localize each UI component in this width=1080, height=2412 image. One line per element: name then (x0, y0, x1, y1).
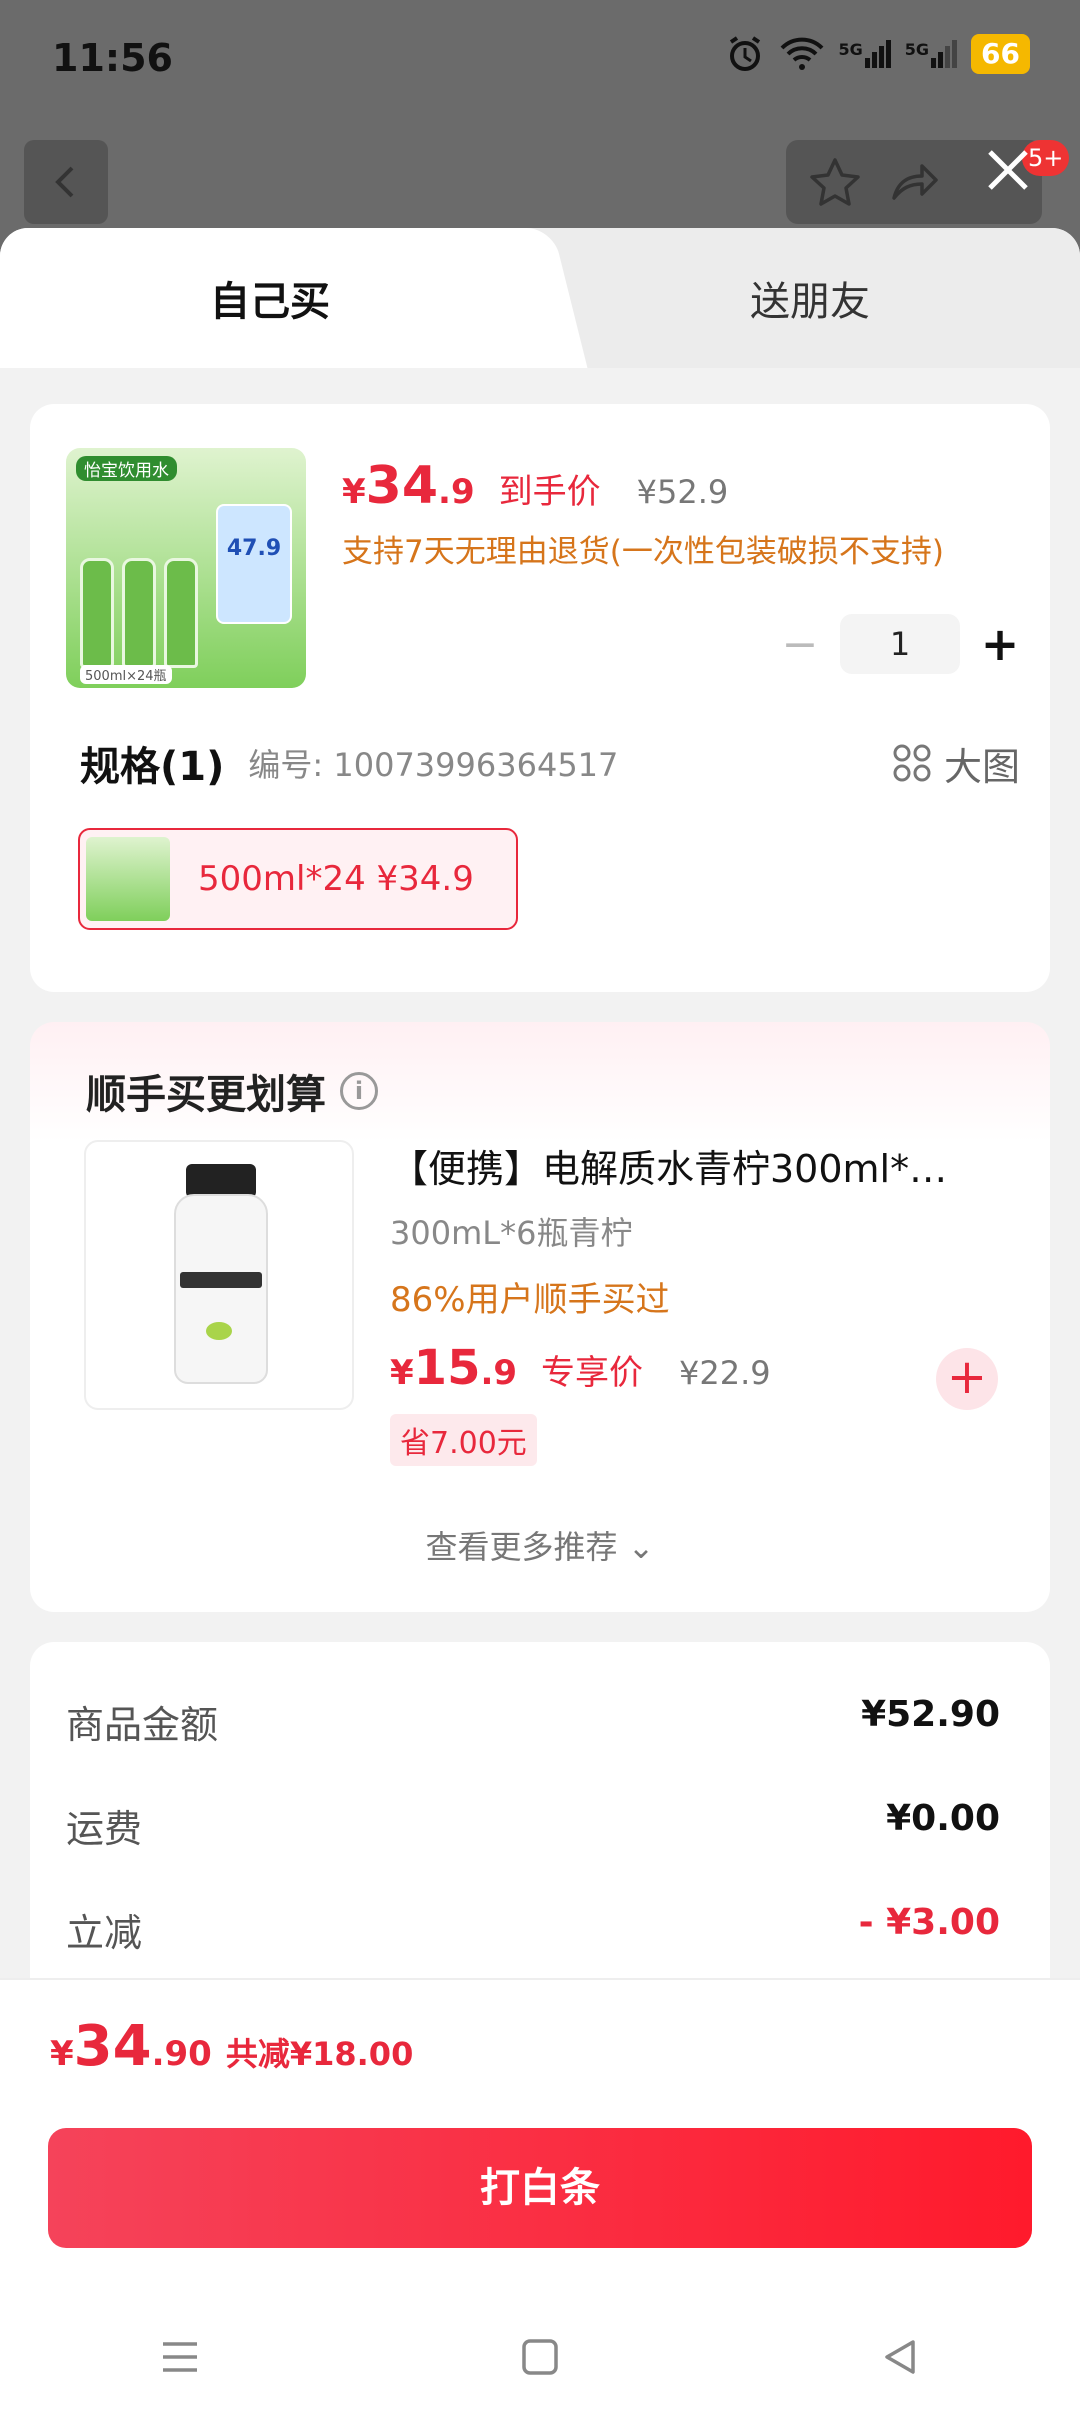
star-icon[interactable] (807, 154, 863, 210)
return-policy: 支持7天无理由退货(一次性包装破损不支持) (342, 534, 944, 570)
product-price: ¥ 34 .9 到手价 ¥52.9 (342, 456, 728, 516)
product-image-price: 47.9 (216, 504, 292, 624)
goods-amount-label: 商品金额 (66, 1703, 219, 1747)
product-image-brand: 怡宝饮用水 (76, 456, 177, 481)
share-icon[interactable] (886, 154, 942, 210)
product-card: 怡宝饮用水 47.9 500ml×24瓶 ¥ 34 .9 到手价 ¥52.9 支… (30, 404, 1050, 992)
tab-send-friend-label: 送朋友 (750, 279, 870, 325)
price-label: 到手价 (498, 472, 601, 512)
shipping-value: ¥0.00 (886, 1798, 1000, 1839)
recommend-product-image[interactable] (84, 1140, 354, 1410)
discount-label: 立减 (66, 1911, 143, 1955)
back-nav-icon[interactable] (877, 2334, 923, 2380)
recommend-price-yen: ¥ (390, 1353, 414, 1393)
product-image-size: 500ml×24瓶 (80, 665, 172, 684)
add-recommend-button[interactable]: + (936, 1348, 998, 1410)
recommend-product-spec: 300mL*6瓶青柠 (390, 1214, 633, 1252)
grid-icon (893, 744, 931, 782)
close-icon[interactable] (976, 138, 1040, 202)
wifi-icon (780, 37, 823, 70)
system-nav-bar (0, 2300, 1080, 2412)
quantity-decrease-button[interactable]: − (770, 619, 830, 670)
spec-title: 规格(1) (80, 744, 225, 790)
recommend-title: 顺手买更划算 i (86, 1062, 378, 1120)
recommend-price-decimal: .9 (480, 1353, 518, 1393)
price-decimal: .9 (438, 472, 475, 512)
big-image-button[interactable]: 大图 (892, 736, 1020, 791)
tabs: 自己买 送朋友 (0, 228, 1080, 368)
total-decimal: .90 (151, 2034, 212, 2074)
pay-button[interactable]: 打白条 (48, 2128, 1032, 2248)
shipping-row: 运费 ¥0.00 (66, 1798, 1000, 1853)
quantity-increase-button[interactable]: + (970, 617, 1030, 671)
price-yen: ¥ (342, 472, 366, 512)
goods-amount-row: 商品金额 ¥52.90 (66, 1694, 1000, 1749)
recommend-product-name[interactable]: 【便携】电解质水青柠300ml*… (390, 1138, 1010, 1193)
spec-option[interactable]: 500ml*24 ¥34.9 (78, 828, 518, 930)
checkout-bar: ¥ 34 .90 共减¥18.00 打白条 (0, 1978, 1080, 2412)
discount-row: 立减 - ¥3.00 (66, 1902, 1000, 1957)
recommend-price-label: 专享价 (541, 1353, 644, 1393)
recommend-title-label: 顺手买更划算 (86, 1072, 326, 1118)
spec-header: 规格(1) 编号: 10073996364517 大图 (80, 734, 1020, 792)
battery-icon: 66 (971, 34, 1030, 74)
status-bar: 11:56 5G 5G 66 (0, 0, 1080, 120)
recommend-original-price: ¥22.9 (679, 1354, 771, 1392)
signal-icon: 5G (904, 40, 958, 68)
back-icon[interactable] (24, 140, 108, 224)
total-integer: 34 (73, 2014, 152, 2079)
see-more-button[interactable]: 查看更多推荐 ⌄ (30, 1522, 1050, 1568)
recommend-price: ¥ 15 .9 专享价 ¥22.9 (390, 1340, 771, 1396)
save-badge: 省7.00元 (390, 1414, 537, 1466)
total-price: ¥ 34 .90 共减¥18.00 (50, 2014, 413, 2079)
status-icons: 5G 5G 66 (725, 34, 1030, 74)
status-time: 11:56 (52, 36, 173, 80)
signal-5g-label: 5G (904, 40, 930, 59)
tab-send-friend[interactable]: 送朋友 (540, 228, 1080, 368)
signal-5g-label: 5G (838, 40, 863, 59)
tab-buy-self[interactable]: 自己买 (0, 228, 540, 368)
discount-value: - ¥3.00 (858, 1902, 1000, 1943)
quantity-value[interactable]: 1 (840, 614, 960, 674)
big-image-label: 大图 (943, 744, 1020, 789)
total-discount: 共减¥18.00 (225, 2035, 414, 2073)
spec-option-thumbnail (86, 837, 170, 921)
shipping-label: 运费 (66, 1807, 143, 1851)
home-icon[interactable] (517, 2334, 563, 2380)
recommend-buy-percent: 86%用户顺手买过 (390, 1280, 670, 1320)
alarm-icon (729, 36, 760, 71)
total-yen: ¥ (50, 2034, 74, 2074)
tab-buy-self-label: 自己买 (210, 279, 330, 325)
original-price: ¥52.9 (636, 473, 729, 511)
product-code: 编号: 10073996364517 (248, 746, 619, 784)
recommend-price-integer: 15 (413, 1340, 481, 1396)
price-integer: 34 (365, 456, 439, 516)
menu-icon[interactable] (157, 2334, 203, 2380)
quantity-stepper: − 1 + (770, 614, 1030, 674)
spec-option-label: 500ml*24 ¥34.9 (198, 859, 474, 899)
recommend-card: 顺手买更划算 i 【便携】电解质水青柠300ml*… 300mL*6瓶青柠 86… (30, 1022, 1050, 1612)
goods-amount-value: ¥52.90 (861, 1694, 1000, 1735)
info-icon[interactable]: i (340, 1072, 378, 1110)
product-image[interactable]: 怡宝饮用水 47.9 500ml×24瓶 (66, 448, 306, 688)
signal-icon: 5G (839, 40, 891, 68)
